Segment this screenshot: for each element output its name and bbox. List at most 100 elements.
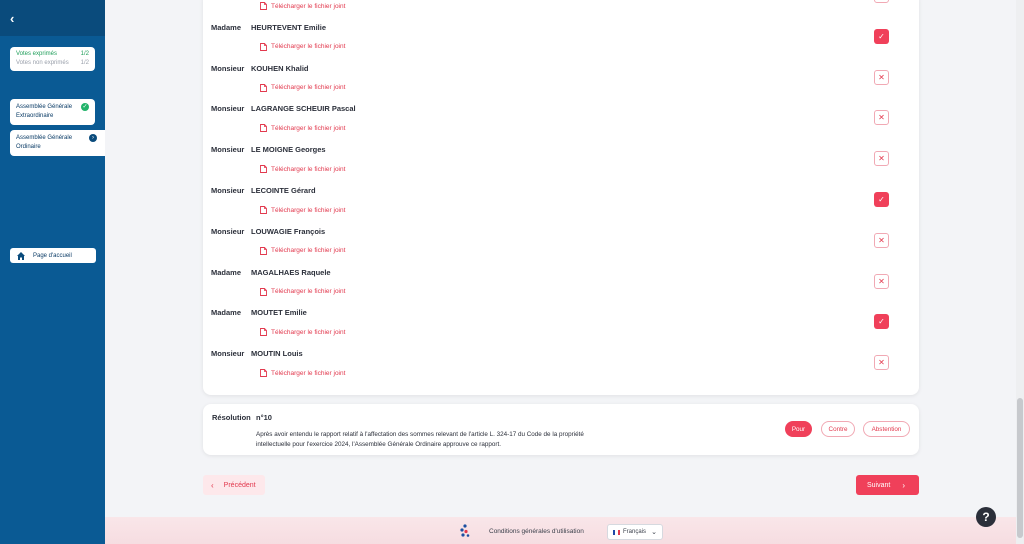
vote-abstention-button[interactable]: Abstention xyxy=(863,421,910,437)
download-attachment-link[interactable]: Télécharger le fichier joint xyxy=(260,246,346,255)
candidate-title: Monsieur xyxy=(211,104,245,114)
resolution-label: Résolution xyxy=(212,413,251,422)
download-attachment-link[interactable]: Télécharger le fichier joint xyxy=(260,369,345,378)
ag-extra-line2: Extraordinaire xyxy=(16,113,54,119)
ag-extra-line1: Assemblée Générale xyxy=(16,104,73,110)
sidebar-item-ag-extraordinaire[interactable]: Assemblée Générale Extraordinaire ✓ xyxy=(10,99,95,125)
check-icon: ✓ xyxy=(878,195,885,204)
votes-exprimes-count: 1/2 xyxy=(80,51,89,57)
close-icon: ✕ xyxy=(878,235,885,245)
candidate-fullname: MOUTIN Louis xyxy=(251,349,303,359)
candidate-name: Madame MOUTET Emilie xyxy=(211,308,307,317)
candidate-fullname: LECOINTE Gérard xyxy=(251,186,316,195)
sidebar-item-ag-ordinaire[interactable]: Assemblée Générale Ordinaire › xyxy=(10,130,105,156)
brand-logo-icon xyxy=(458,524,470,538)
chevron-left-icon[interactable]: ‹ xyxy=(10,11,14,26)
download-attachment-link[interactable]: Télécharger le fichier joint xyxy=(260,2,345,10)
candidate-name: Monsieur MOUTIN Louis xyxy=(211,349,303,358)
vote-contre-button[interactable]: Contre xyxy=(821,421,855,437)
candidate-name: Madame HEURTEVENT Emilie xyxy=(211,23,326,32)
file-pdf-icon xyxy=(260,124,267,133)
vote-unchecked-checkbox[interactable]: ✕ xyxy=(874,69,889,85)
candidate-name: Monsieur KOUHEN Khalid xyxy=(211,64,309,73)
vote-checked-checkbox[interactable]: ✓ xyxy=(874,192,889,207)
votes-non-exprimes-count: 1/2 xyxy=(80,60,89,66)
language-value: Français xyxy=(623,529,647,535)
vote-unchecked-checkbox[interactable]: ✕ xyxy=(874,0,889,3)
candidates-panel: Télécharger le fichier joint ✕ Madame HEURT… xyxy=(203,0,919,395)
candidate-fullname: KOUHEN Khalid xyxy=(251,63,309,73)
next-button[interactable]: Suivant › xyxy=(856,475,919,495)
arrow-right-circle-icon: › xyxy=(89,134,97,142)
chevron-down-icon: ⌄ xyxy=(651,529,657,536)
file-pdf-icon xyxy=(260,206,267,214)
scrollbar-thumb[interactable] xyxy=(1017,398,1023,538)
download-label: Télécharger le fichier joint xyxy=(271,288,346,296)
terms-link[interactable]: Conditions générales d'utilisation xyxy=(489,528,584,535)
candidate-title: Madame xyxy=(211,267,242,277)
check-icon: ✓ xyxy=(878,317,885,327)
candidate-name: Monsieur LAGRANGE SCHEUIR Pascal xyxy=(211,104,356,113)
download-label: Télécharger le fichier joint xyxy=(271,84,346,92)
download-attachment-link[interactable]: Télécharger le fichier joint xyxy=(260,328,345,337)
download-attachment-link[interactable]: Télécharger le fichier joint xyxy=(260,206,345,214)
ag-ord-line2: Ordinaire xyxy=(16,144,41,150)
footer: Conditions générales d'utilisation Franç… xyxy=(105,517,1024,544)
download-label: Télécharger le fichier joint xyxy=(271,2,346,10)
votes-summary-card: Votes exprimés 1/2 Votes non exprimés 1/… xyxy=(10,47,95,71)
vote-unchecked-checkbox[interactable]: ✕ xyxy=(874,151,889,167)
download-attachment-link[interactable]: Télécharger le fichier joint xyxy=(260,287,346,296)
candidate-title: Monsieur xyxy=(211,186,245,195)
vote-unchecked-checkbox[interactable]: ✕ xyxy=(874,273,889,289)
help-button[interactable]: ? xyxy=(976,507,996,527)
candidate-title: Monsieur xyxy=(211,145,245,155)
language-select[interactable]: Français ⌄ xyxy=(607,524,663,540)
home-button[interactable]: Page d'accueil xyxy=(10,248,96,263)
home-label: Page d'accueil xyxy=(33,252,72,259)
close-icon: ✕ xyxy=(878,276,885,286)
download-attachment-link[interactable]: Télécharger le fichier joint xyxy=(260,124,345,133)
file-pdf-icon xyxy=(260,42,267,51)
next-label: Suivant xyxy=(867,481,891,489)
download-attachment-link[interactable]: Télécharger le fichier joint xyxy=(260,165,346,174)
candidate-name: Monsieur LE MOIGNE Georges xyxy=(211,145,326,154)
vote-unchecked-checkbox[interactable]: ✕ xyxy=(874,232,889,248)
vote-unchecked-checkbox[interactable]: ✕ xyxy=(874,355,889,371)
download-label: Télécharger le fichier joint xyxy=(271,206,346,214)
candidate-title: Monsieur xyxy=(211,226,245,236)
candidate-fullname: MAGALHAES Raquele xyxy=(251,267,331,277)
download-label: Télécharger le fichier joint xyxy=(271,43,346,51)
download-attachment-link[interactable]: Télécharger le fichier joint xyxy=(260,42,346,51)
candidate-fullname: LOUWAGIE François xyxy=(251,226,326,236)
candidate-fullname: MOUTET Emilie xyxy=(251,308,307,318)
download-attachment-link[interactable]: Télécharger le fichier joint xyxy=(260,83,346,92)
close-icon: ✕ xyxy=(878,154,885,164)
vote-checked-checkbox[interactable]: ✓ xyxy=(874,28,889,44)
check-icon: ✓ xyxy=(878,31,885,41)
close-icon: ✕ xyxy=(878,72,885,82)
candidate-fullname: HEURTEVENT Emilie xyxy=(251,22,327,32)
close-icon: ✕ xyxy=(878,113,885,123)
scrollbar[interactable] xyxy=(1016,0,1024,544)
download-label: Télécharger le fichier joint xyxy=(271,247,346,255)
resolution-card: Résolution n°10 Après avoir entendu le r… xyxy=(203,404,919,455)
file-pdf-icon xyxy=(260,287,267,296)
vote-unchecked-checkbox[interactable]: ✕ xyxy=(874,110,889,126)
candidate-fullname: LAGRANGE SCHEUIR Pascal xyxy=(251,104,356,114)
resolution-text: Après avoir entendu le rapport relatif à… xyxy=(256,431,584,448)
previous-button[interactable]: ‹ Précédent xyxy=(203,475,265,495)
resolution-number: n°10 xyxy=(256,413,272,422)
candidate-fullname: LE MOIGNE Georges xyxy=(251,145,326,155)
votes-non-exprimes-row: Votes non exprimés 1/2 xyxy=(16,59,89,68)
file-pdf-icon xyxy=(260,165,267,174)
vote-checked-checkbox[interactable]: ✓ xyxy=(874,314,889,330)
candidate-title: Monsieur xyxy=(211,63,245,73)
home-icon xyxy=(17,251,25,260)
file-pdf-icon xyxy=(260,246,267,255)
main-content: Télécharger le fichier joint ✕ Madame HEURT… xyxy=(105,0,1024,544)
download-label: Télécharger le fichier joint xyxy=(271,165,346,173)
candidate-title: Madame xyxy=(211,308,242,318)
file-pdf-icon xyxy=(260,2,267,10)
vote-pour-button[interactable]: Pour xyxy=(785,421,812,437)
ag-ord-line1: Assemblée Générale xyxy=(16,135,73,141)
